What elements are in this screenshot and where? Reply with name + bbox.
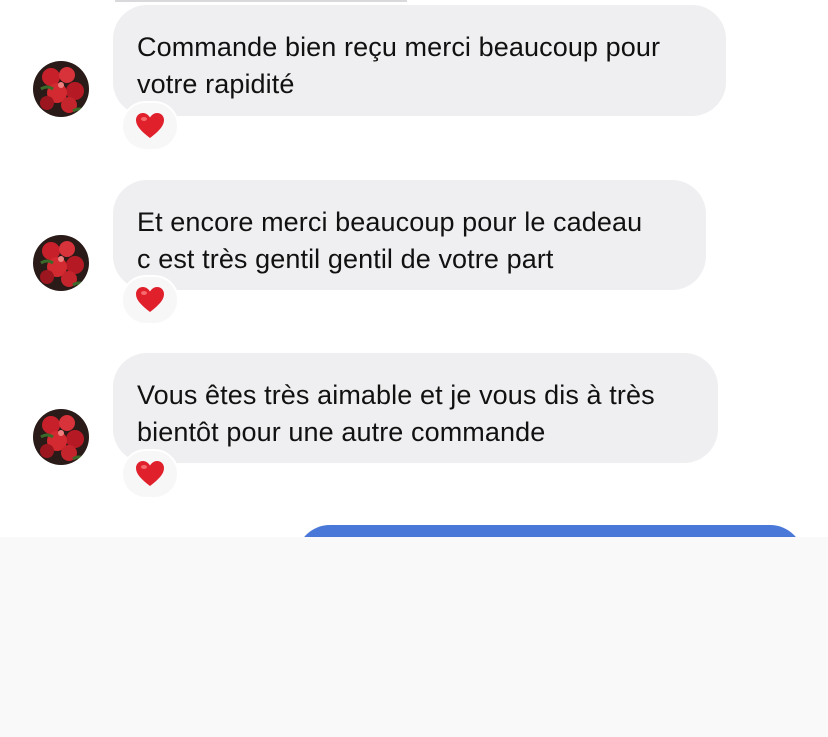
red-heart-icon — [136, 113, 164, 138]
red-heart-icon — [136, 287, 164, 312]
message-text-line: votre rapidité — [137, 69, 295, 99]
message-bubble[interactable]: Vous êtes très aimable et je vous dis à … — [113, 353, 718, 463]
message-text-line: bientôt pour une autre commande — [137, 417, 546, 447]
message-text-line: c est très gentil gentil de votre part — [137, 244, 554, 274]
contact-avatar[interactable] — [33, 409, 89, 465]
heart-reaction[interactable] — [121, 449, 179, 499]
contact-avatar[interactable] — [33, 235, 89, 291]
previous-message-edge — [115, 0, 407, 2]
message-text-line: Commande bien reçu merci beaucoup pour — [137, 32, 661, 62]
bottom-panel — [0, 537, 828, 737]
message-bubble[interactable]: Commande bien reçu merci beaucoup pour v… — [113, 5, 726, 116]
message-text-line: Vous êtes très aimable et je vous dis à … — [137, 380, 655, 410]
message-text-line: Et encore merci beaucoup pour le cadeau — [137, 207, 643, 237]
message-bubble[interactable]: Et encore merci beaucoup pour le cadeau … — [113, 180, 706, 290]
red-heart-icon — [136, 461, 164, 486]
heart-reaction[interactable] — [121, 101, 179, 151]
contact-avatar[interactable] — [33, 61, 89, 117]
heart-reaction[interactable] — [121, 275, 179, 325]
